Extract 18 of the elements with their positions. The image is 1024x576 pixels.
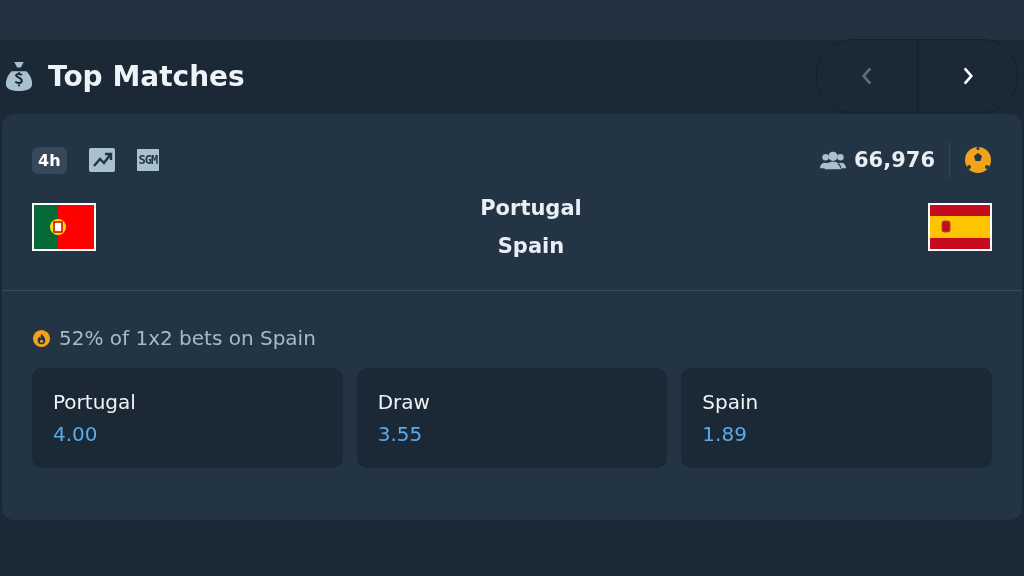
odds-button[interactable]: Portugal 4.00 <box>32 368 343 468</box>
viewer-count: 66,976 <box>853 148 935 172</box>
team-name: Portugal <box>480 196 582 220</box>
team-name: Spain <box>497 234 565 258</box>
portugal-flag-icon <box>32 203 96 251</box>
odds-button[interactable]: Spain 1.89 <box>681 368 992 468</box>
trending-icon <box>88 148 115 172</box>
chevron-left-icon <box>860 65 874 87</box>
users-icon <box>819 150 846 170</box>
sgm-badge: SGM <box>136 149 160 171</box>
bet-share-text: 52% of 1x2 bets on Spain <box>59 326 316 350</box>
time-badge: 4h <box>32 146 67 174</box>
fire-icon <box>32 328 51 348</box>
soccer-ball-icon <box>964 146 992 174</box>
spain-flag-icon <box>928 203 992 251</box>
odds-button[interactable]: Draw 3.55 <box>356 368 668 468</box>
money-bag-icon <box>4 60 34 92</box>
section-title: Top Matches <box>48 59 245 93</box>
